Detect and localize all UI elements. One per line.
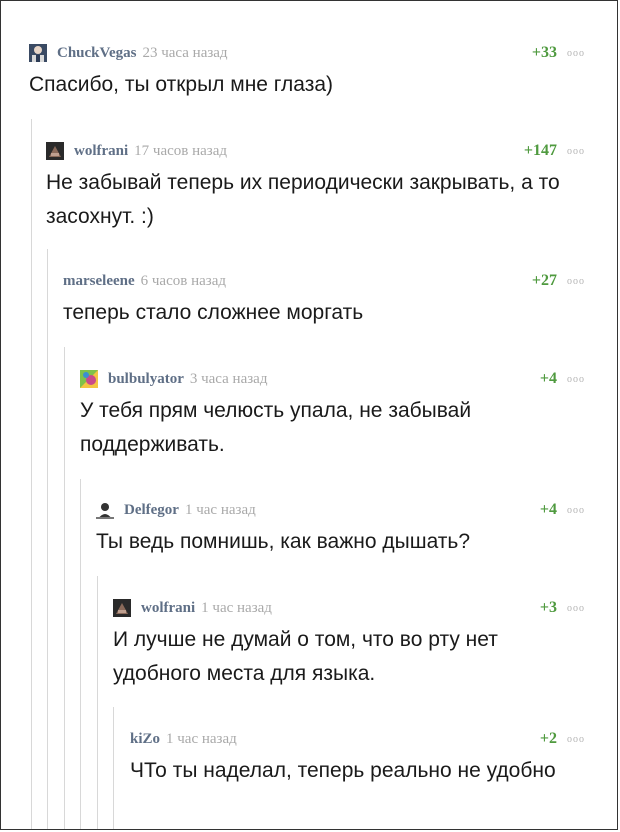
username-link[interactable]: marseleene (63, 273, 135, 290)
comment: bulbulyator 3 часа назад +4 ooo У тебя п… (80, 368, 587, 462)
comment-header: bulbulyator 3 часа назад +4 ooo (80, 368, 587, 390)
username-link[interactable]: ChuckVegas (57, 45, 136, 62)
comment-header: ChuckVegas 23 часа назад +33 ooo (29, 42, 587, 64)
more-options-icon[interactable]: ooo (567, 505, 585, 516)
rating: +147 (523, 142, 557, 159)
more-options-icon[interactable]: ooo (567, 48, 585, 59)
timestamp[interactable]: 1 час назад (201, 600, 272, 617)
timestamp[interactable]: 1 час назад (185, 502, 256, 519)
comment: Delfegor 1 час назад +4 ooo Ты ведь помн… (96, 499, 587, 559)
rating: +2 (539, 730, 557, 747)
comment: ChuckVegas 23 часа назад +33 ooo Спасибо… (29, 42, 587, 102)
comment-text: Спасибо, ты открыл мне глаза) (29, 73, 333, 96)
comment-text: И лучше не думай о том, что во рту нет у… (113, 628, 498, 685)
more-options-icon[interactable]: ooo (567, 734, 585, 745)
rating: +4 (539, 501, 557, 518)
comment-text: ЧТо ты наделал, теперь реально не удобно (130, 759, 556, 782)
comment: wolfrani 17 часов назад +147 ooo Не забы… (46, 140, 587, 234)
username-link[interactable]: wolfrani (74, 143, 128, 160)
username-link[interactable]: bulbulyator (108, 371, 184, 388)
timestamp[interactable]: 23 часа назад (142, 45, 227, 62)
thread-line (64, 347, 65, 829)
comment-header: wolfrani 17 часов назад +147 ooo (46, 140, 587, 162)
more-options-icon[interactable]: ooo (567, 146, 585, 157)
username-link[interactable]: Delfegor (124, 502, 179, 519)
comment-text: У тебя прям челюсть упала, не забывай по… (80, 399, 472, 456)
comment: kiZo 1 час назад +2 ooo ЧТо ты наделал, … (130, 728, 587, 788)
rating: +3 (539, 599, 557, 616)
comment: marseleene 6 часов назад +27 ooo теперь … (63, 270, 587, 330)
comment-thread: ChuckVegas 23 часа назад +33 ooo Спасибо… (0, 0, 618, 830)
comment: wolfrani 1 час назад +3 ooo И лучше не д… (113, 597, 587, 691)
more-options-icon[interactable]: ooo (567, 603, 585, 614)
rating: +33 (531, 44, 557, 61)
user-avatar-icon[interactable] (96, 501, 114, 519)
thread-line (80, 479, 81, 829)
comment-header: wolfrani 1 час назад +3 ooo (113, 597, 587, 619)
comment-header: Delfegor 1 час назад +4 ooo (96, 499, 587, 521)
username-link[interactable]: wolfrani (141, 600, 195, 617)
thread-line (97, 576, 98, 829)
user-avatar-icon[interactable] (46, 142, 64, 160)
user-avatar-icon[interactable] (80, 370, 98, 388)
comment-header: kiZo 1 час назад +2 ooo (130, 728, 587, 750)
rating: +4 (539, 370, 557, 387)
more-options-icon[interactable]: ooo (567, 374, 585, 385)
rating: +27 (531, 272, 557, 289)
comment-text: теперь стало сложнее моргать (63, 301, 364, 324)
username-link[interactable]: kiZo (130, 731, 160, 748)
comment-text: Ты ведь помнишь, как важно дышать? (96, 530, 471, 553)
timestamp[interactable]: 3 часа назад (190, 371, 268, 388)
user-avatar-icon[interactable] (113, 599, 131, 617)
timestamp[interactable]: 17 часов назад (134, 143, 227, 160)
user-avatar-icon[interactable] (29, 44, 47, 62)
timestamp[interactable]: 1 час назад (166, 731, 237, 748)
timestamp[interactable]: 6 часов назад (141, 273, 226, 290)
comment-header: marseleene 6 часов назад +27 ooo (63, 270, 587, 292)
thread-line (113, 707, 114, 829)
more-options-icon[interactable]: ooo (567, 276, 585, 287)
thread-line (47, 249, 48, 829)
thread-line (31, 119, 32, 829)
comment-text: Не забывай теперь их периодически закрыв… (46, 171, 560, 228)
